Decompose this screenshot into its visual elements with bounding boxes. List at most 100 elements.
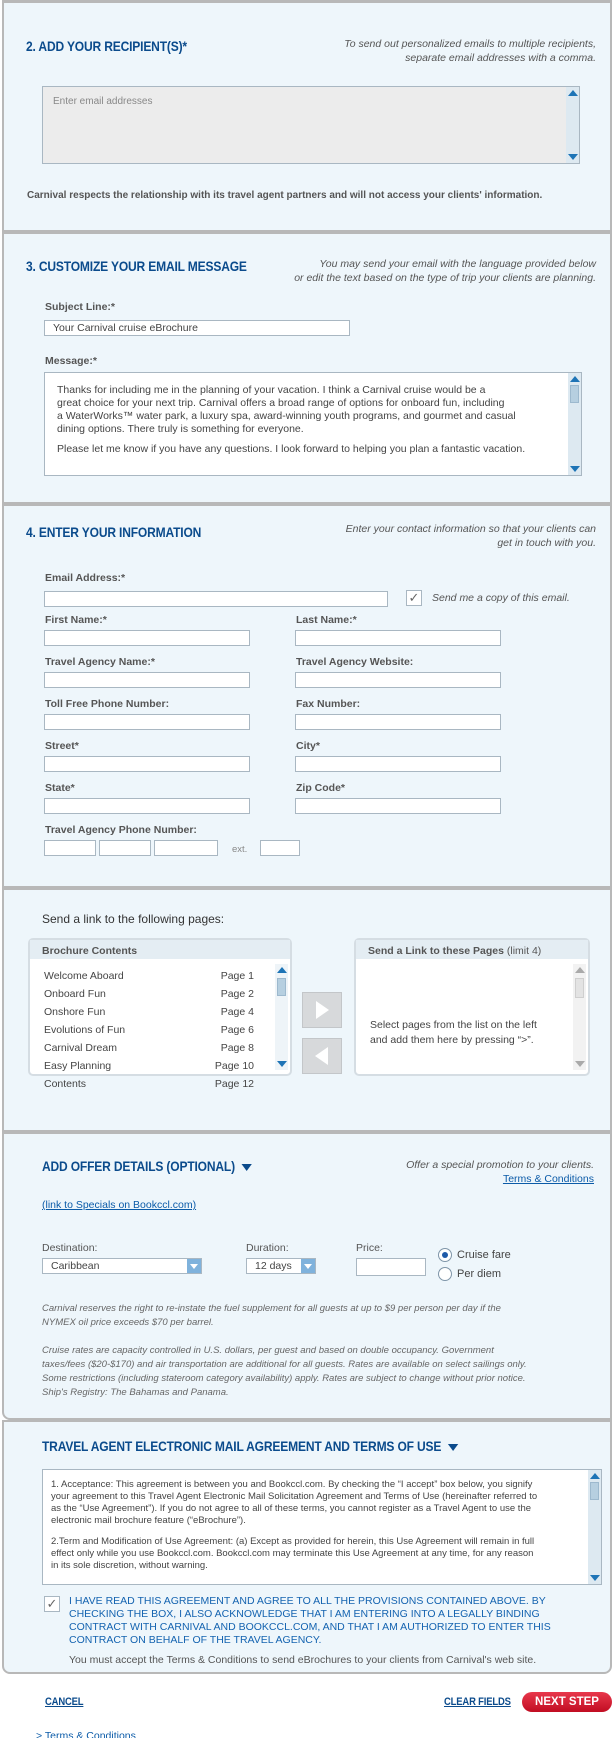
first-name-input[interactable]	[44, 630, 250, 646]
cancel-button[interactable]: CANCEL	[45, 1696, 84, 1708]
selected-scrollbar[interactable]	[573, 964, 586, 1070]
recipients-hint-line1: To send out personalized emails to multi…	[344, 38, 596, 50]
duration-select[interactable]: 12 days	[246, 1258, 316, 1274]
destination-select[interactable]: Caribbean	[42, 1258, 202, 1274]
fuel-line: NYMEX oil price exceeds $70 per barrel.	[42, 1317, 214, 1328]
city-input[interactable]	[295, 756, 501, 772]
contents-list-item[interactable]: Onshore Fun Page 4	[44, 1006, 254, 1024]
rates-line: taxes/fees ($20-$170) and air transporta…	[42, 1359, 527, 1370]
contents-item-name: Easy Planning	[44, 1060, 112, 1072]
scroll-thumb[interactable]	[590, 1482, 599, 1500]
contents-list-item[interactable]: Contents Page 12	[44, 1078, 254, 1096]
scroll-down-icon[interactable]	[568, 154, 578, 160]
customize-hint-line2: or edit the text based on the type of tr…	[294, 272, 596, 284]
scroll-down-icon[interactable]	[575, 1061, 585, 1067]
agreement-line: in its sole discretion, without warning.	[51, 1560, 208, 1571]
agency-website-input[interactable]	[295, 672, 501, 688]
message-paragraph-1: Thanks for including me in the planning …	[57, 384, 569, 436]
fax-input[interactable]	[295, 714, 501, 730]
accept-line: I HAVE READ THIS AGREEMENT AND AGREE TO …	[69, 1595, 546, 1607]
scroll-thumb[interactable]	[575, 978, 584, 998]
scroll-down-icon[interactable]	[570, 466, 580, 472]
info-section: 4. ENTER YOUR INFORMATION Enter your con…	[2, 504, 612, 888]
ext-label: ext.	[232, 844, 248, 855]
rates-line: Some restrictions (including stateroom c…	[42, 1373, 526, 1384]
contents-list-item[interactable]: Carnival Dream Page 8	[44, 1042, 254, 1060]
arrow-right-icon	[316, 1001, 329, 1019]
toll-free-label: Toll Free Phone Number:	[45, 698, 170, 710]
offer-terms-link[interactable]: Terms & Conditions	[503, 1173, 594, 1185]
scroll-thumb[interactable]	[277, 978, 286, 996]
contents-item-page: Page 4	[220, 1006, 254, 1018]
scroll-up-icon[interactable]	[590, 1473, 600, 1479]
scroll-down-icon[interactable]	[590, 1575, 600, 1581]
scroll-up-icon[interactable]	[575, 967, 585, 973]
per-diem-radio[interactable]	[438, 1267, 452, 1281]
scroll-up-icon[interactable]	[568, 90, 578, 96]
accept-checkbox[interactable]: ✓	[44, 1596, 60, 1612]
clear-fields-button[interactable]: CLEAR FIELDS	[444, 1696, 511, 1708]
chevron-down-icon[interactable]	[241, 1163, 252, 1171]
contents-list-item[interactable]: Easy Planning Page 10	[44, 1060, 254, 1078]
contents-scrollbar[interactable]	[275, 964, 288, 1070]
email-input[interactable]	[44, 591, 388, 607]
scroll-up-icon[interactable]	[570, 376, 580, 382]
rates-line: Cruise rates are capacity controlled in …	[42, 1345, 494, 1356]
phone-ext-input[interactable]	[260, 840, 300, 856]
add-page-button[interactable]	[302, 992, 342, 1028]
send-copy-checkbox[interactable]: ✓	[406, 590, 422, 606]
recipients-heading: 2. ADD YOUR RECIPIENT(S)*	[26, 38, 187, 54]
contents-list-item[interactable]: Onboard Fun Page 2	[44, 988, 254, 1006]
must-accept-note: You must accept the Terms & Conditions t…	[69, 1654, 537, 1666]
agreement-line: 2.Term and Modification of Use Agreement…	[51, 1536, 535, 1547]
pages-section: Send a link to the following pages: Broc…	[2, 888, 612, 1132]
agency-name-input[interactable]	[44, 672, 250, 688]
customize-hint-line1: You may send your email with the languag…	[319, 258, 596, 270]
toll-free-input[interactable]	[44, 714, 250, 730]
scroll-up-icon[interactable]	[277, 967, 287, 973]
remove-page-button[interactable]	[302, 1038, 342, 1074]
message-label: Message:*	[45, 355, 97, 367]
selected-hint-line: and add them here by pressing “>”.	[370, 1034, 534, 1046]
contents-list-item[interactable]: Welcome Aboard Page 1	[44, 970, 254, 988]
first-name-label: First Name:*	[45, 614, 107, 626]
selected-pages-title: Send a Link to these Pages (limit 4)	[356, 940, 588, 959]
contents-item-name: Contents	[44, 1078, 87, 1090]
contents-item-page: Page 6	[220, 1024, 254, 1036]
agreement-line: 1. Acceptance: This agreement is between…	[51, 1479, 533, 1490]
recipients-scrollbar[interactable]	[566, 87, 579, 163]
customize-hint: You may send your email with the languag…	[216, 257, 596, 285]
price-input[interactable]	[356, 1258, 426, 1276]
chevron-down-icon[interactable]	[447, 1443, 459, 1451]
selected-pages-limit: (limit 4)	[506, 945, 542, 957]
duration-label: Duration:	[246, 1242, 289, 1254]
contents-list-item[interactable]: Evolutions of Fun Page 6	[44, 1024, 254, 1042]
next-step-button[interactable]: NEXT STEP	[522, 1692, 612, 1712]
dropdown-arrow-icon[interactable]	[301, 1259, 315, 1273]
offer-heading: ADD OFFER DETAILS (OPTIONAL)	[42, 1158, 252, 1174]
scroll-down-icon[interactable]	[277, 1061, 287, 1067]
footer-terms-link[interactable]: > Terms & Conditions	[36, 1730, 136, 1738]
contents-item-name: Onshore Fun	[44, 1006, 106, 1018]
accept-line: CHECKING THE BOX, I ALSO ACKNOWLEDGE THA…	[69, 1608, 540, 1620]
phone-prefix-input[interactable]	[99, 840, 151, 856]
message-scrollbar[interactable]	[568, 373, 581, 475]
message-textarea[interactable]: Thanks for including me in the planning …	[44, 372, 582, 476]
agreement-scrollbar[interactable]	[588, 1470, 601, 1584]
cruise-fare-radio[interactable]	[438, 1248, 452, 1262]
state-input[interactable]	[44, 798, 250, 814]
phone-line-input[interactable]	[154, 840, 218, 856]
specials-link[interactable]: (link to Specials on Bookccl.com)	[42, 1199, 196, 1211]
phone-area-input[interactable]	[44, 840, 96, 856]
street-input[interactable]	[44, 756, 250, 772]
subject-input[interactable]: Your Carnival cruise eBrochure	[44, 320, 350, 336]
last-name-input[interactable]	[295, 630, 501, 646]
agency-website-label: Travel Agency Website:	[296, 656, 414, 668]
agreement-text-box[interactable]: 1. Acceptance: This agreement is between…	[42, 1469, 602, 1585]
dropdown-arrow-icon[interactable]	[187, 1259, 201, 1273]
zip-input[interactable]	[295, 798, 501, 814]
recipients-input[interactable]: Enter email addresses	[42, 86, 580, 164]
agreement-heading-text: TRAVEL AGENT ELECTRONIC MAIL AGREEMENT A…	[42, 1438, 442, 1454]
scroll-thumb[interactable]	[570, 385, 579, 403]
contents-item-page: Page 12	[214, 1078, 254, 1090]
